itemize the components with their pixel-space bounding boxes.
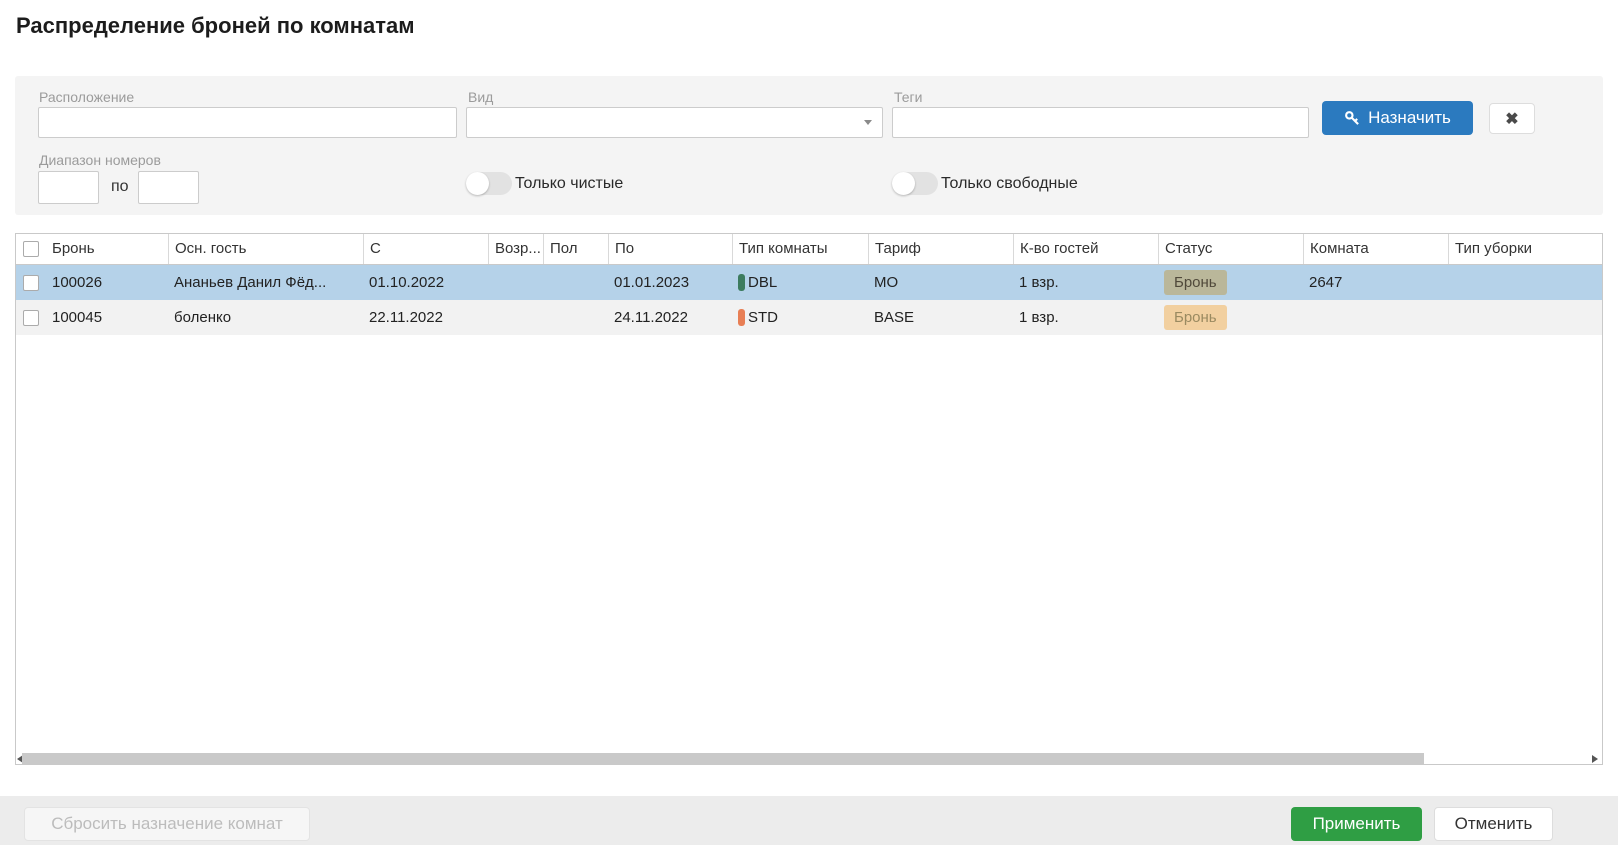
row-checkbox[interactable] [23, 309, 39, 326]
cell-guest-count: 1 взр. [1019, 274, 1059, 291]
column-header-age[interactable]: Возр... [488, 234, 543, 264]
column-header-tariff[interactable]: Тариф [868, 234, 1013, 264]
range-separator-label: по [111, 178, 129, 195]
cell-tariff: МО [874, 274, 899, 291]
cell-guest: Ананьев Данил Фёд... [174, 274, 327, 291]
horizontal-scrollbar-thumb[interactable] [22, 753, 1424, 764]
select-all-checkbox[interactable] [23, 241, 39, 257]
column-header-sex[interactable]: Пол [543, 234, 608, 264]
range-from-input[interactable] [38, 171, 99, 204]
column-header-guest[interactable]: Осн. гость [168, 234, 363, 264]
filter-panel: Расположение Вид Теги Назначить ✖ Диапаз… [15, 76, 1603, 215]
cell-room-type: DBL [732, 274, 868, 291]
page-title: Распределение броней по комнатам [16, 13, 415, 38]
column-header-cleaning[interactable]: Тип уборки [1448, 234, 1604, 264]
assign-button-label: Назначить [1368, 108, 1451, 127]
column-header-date-from[interactable]: С [363, 234, 488, 264]
select-all-cell [16, 234, 46, 264]
view-label: Вид [468, 89, 494, 105]
cell-booking: 100045 [52, 309, 103, 326]
cell-tariff: BASE [874, 309, 915, 326]
column-header-guest-count[interactable]: К-во гостей [1013, 234, 1158, 264]
cell-booking: 100026 [52, 274, 103, 291]
assign-button[interactable]: Назначить [1322, 101, 1473, 135]
status-badge: Бронь [1164, 270, 1227, 295]
only-free-toggle[interactable] [892, 172, 938, 195]
chevron-down-icon[interactable] [864, 120, 872, 125]
cell-guest: боленко [174, 309, 232, 326]
only-clean-toggle[interactable] [466, 172, 512, 195]
room-type-color-marker [738, 309, 745, 326]
room-type-label: STD [748, 309, 778, 326]
cell-status: Бронь [1158, 270, 1303, 295]
row-checkbox[interactable] [23, 274, 39, 291]
column-header-room[interactable]: Комната [1303, 234, 1448, 264]
row-checkbox-cell [16, 309, 46, 326]
column-header-date-to[interactable]: По [608, 234, 732, 264]
room-type-color-marker [738, 274, 745, 291]
cell-date-from: 01.10.2022 [369, 274, 445, 291]
bookings-table: Бронь Осн. гость С Возр... Пол По Тип ко… [15, 233, 1603, 765]
column-header-booking[interactable]: Бронь [46, 234, 168, 264]
location-input[interactable] [38, 107, 457, 138]
location-label: Расположение [39, 89, 135, 105]
view-dropdown-input[interactable] [466, 107, 883, 138]
close-icon: ✖ [1505, 110, 1519, 128]
reset-room-assignment-button[interactable]: Сбросить назначение комнат [24, 807, 310, 841]
cell-guest-count: 1 взр. [1019, 309, 1059, 326]
scroll-right-arrow-icon[interactable] [1592, 755, 1598, 763]
cell-date-to: 01.01.2023 [614, 274, 690, 291]
row-checkbox-cell [16, 274, 46, 291]
cell-date-to: 24.11.2022 [614, 309, 688, 326]
apply-button[interactable]: Применить [1291, 807, 1422, 841]
only-free-toggle-knob[interactable] [892, 172, 915, 195]
cell-room: 2647 [1309, 274, 1343, 291]
clear-filters-button[interactable]: ✖ [1489, 103, 1535, 134]
table-row[interactable]: 100045 боленко 22.11.2022 24.11.2022 STD… [16, 300, 1602, 335]
table-header-row: Бронь Осн. гость С Возр... Пол По Тип ко… [16, 234, 1602, 265]
room-type-label: DBL [748, 274, 778, 291]
only-free-label: Только свободные [941, 175, 1078, 192]
table-row[interactable]: 100026 Ананьев Данил Фёд... 01.10.2022 0… [16, 265, 1602, 300]
tags-input[interactable] [892, 107, 1309, 138]
view-dropdown[interactable] [466, 107, 883, 138]
only-clean-label: Только чистые [515, 175, 624, 192]
cell-room-type: STD [732, 309, 868, 326]
tags-label: Теги [894, 89, 923, 105]
cancel-button[interactable]: Отменить [1434, 807, 1553, 841]
column-header-status[interactable]: Статус [1158, 234, 1303, 264]
range-to-input[interactable] [138, 171, 199, 204]
status-badge: Бронь [1164, 305, 1227, 330]
column-header-room-type[interactable]: Тип комнаты [732, 234, 868, 264]
range-label: Диапазон номеров [39, 152, 161, 168]
cell-status: Бронь [1158, 305, 1303, 330]
only-clean-toggle-knob[interactable] [466, 172, 489, 195]
cell-date-from: 22.11.2022 [369, 309, 443, 326]
key-icon [1344, 110, 1361, 127]
